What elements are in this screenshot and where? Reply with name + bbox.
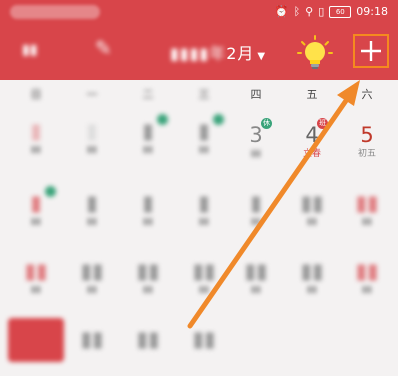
day-cell-blurred[interactable]: ▮ ▮▮: [64, 118, 120, 168]
day-cell-blurred[interactable]: ▮▮ ▮▮: [8, 258, 64, 308]
lunar-date-label: 初五: [357, 149, 376, 159]
edit-icon[interactable]: ✎: [95, 36, 112, 60]
day-cell-blurred[interactable]: ▮▮ ▮▮: [284, 258, 340, 308]
plus-icon: [361, 41, 381, 61]
day-cell-blurred[interactable]: ▮ ▮▮: [8, 186, 64, 240]
battery-icon: 60: [329, 6, 352, 18]
lightbulb-icon[interactable]: [296, 34, 334, 72]
day-cell-blurred[interactable]: ▮ ▮▮: [228, 190, 284, 240]
day-cell-blurred[interactable]: ▮▮ ▮▮: [64, 258, 120, 308]
day-cell-5[interactable]: 5 初五: [339, 122, 395, 172]
today-highlight-blurred[interactable]: [8, 318, 64, 362]
weekday-sat: 六: [361, 88, 373, 101]
year-blurred: ▮▮▮▮年: [170, 44, 227, 63]
weekday-wed: 三: [198, 88, 210, 101]
weekday-fri: 五: [306, 88, 318, 101]
weekday-tue: 二: [142, 88, 154, 101]
status-left-blurred: [10, 5, 100, 19]
status-bar: ⏰ ᛒ ⚲ ▯ 60 09:18: [0, 0, 398, 24]
day-cell-blurred[interactable]: ▮▮ ▮▮: [339, 258, 395, 308]
day-number: 3: [249, 123, 263, 147]
day-number: 5: [360, 123, 374, 147]
day-cell-blurred[interactable]: ▮▮: [176, 326, 232, 376]
day-cell-blurred[interactable]: ▮ ▮▮: [120, 114, 176, 168]
status-right: ⏰ ᛒ ⚲ ▯ 60 09:18: [275, 4, 388, 20]
toolbar-left-blurred[interactable]: ▮▮: [22, 42, 37, 58]
day-cell-blurred[interactable]: ▮ ▮▮: [8, 118, 64, 168]
day-cell-blurred[interactable]: ▮▮: [64, 326, 120, 376]
solar-term-label: 立春: [302, 149, 321, 159]
work-badge: 班: [317, 118, 328, 129]
rest-badge: 休: [261, 118, 272, 129]
bluetooth-icon: ᛒ: [293, 5, 301, 18]
location-icon: ⚲: [305, 5, 314, 18]
alarm-icon: ⏰: [274, 5, 289, 18]
status-time: 09:18: [356, 5, 388, 18]
day-cell-4[interactable]: 4 立春 班: [284, 118, 340, 172]
day-cell-blurred[interactable]: ▮▮ ▮▮: [339, 190, 395, 240]
month-selector[interactable]: ▮▮▮▮年2月 ▼: [170, 40, 266, 64]
day-cell-blurred[interactable]: ▮▮ ▮▮: [284, 190, 340, 240]
month-label: 2月: [226, 44, 255, 63]
day-cell-blurred[interactable]: ▮ ▮▮: [64, 190, 120, 240]
toolbar: ▮▮ ✎ ▮▮▮▮年2月 ▼: [0, 28, 398, 72]
calendar-grid: 日 一 二 三 四 五 六 ▮ ▮▮ ▮ ▮▮ ▮ ▮▮ ▮ ▮▮ 3 ▮▮ 休 4 立…: [0, 80, 398, 362]
app-header: ⏰ ᛒ ⚲ ▯ 60 09:18 ▮▮ ✎ ▮▮▮▮年2月 ▼: [0, 0, 398, 80]
day-cell-blurred[interactable]: ▮▮ ▮▮: [228, 258, 284, 308]
weekday-thu: 四: [250, 88, 262, 101]
day-cell-blurred[interactable]: ▮ ▮▮: [176, 190, 232, 240]
day-cell-3[interactable]: 3 ▮▮ 休: [228, 118, 284, 172]
day-lunar-blurred: ▮▮: [251, 149, 261, 159]
day-cell-blurred[interactable]: ▮ ▮▮: [176, 114, 232, 168]
weekday-mon: 一: [86, 88, 98, 101]
day-cell-blurred[interactable]: ▮▮: [120, 326, 176, 376]
weekday-sun: 日: [30, 88, 42, 101]
add-button[interactable]: [353, 34, 389, 68]
day-number: 4: [305, 123, 319, 147]
day-cell-blurred[interactable]: ▮ ▮▮: [120, 190, 176, 240]
chevron-down-icon: ▼: [257, 51, 267, 62]
day-cell-blurred[interactable]: ▮▮ ▮▮: [176, 258, 232, 308]
day-cell-blurred[interactable]: ▮▮ ▮▮: [120, 258, 176, 308]
vibrate-icon: ▯: [318, 5, 325, 18]
